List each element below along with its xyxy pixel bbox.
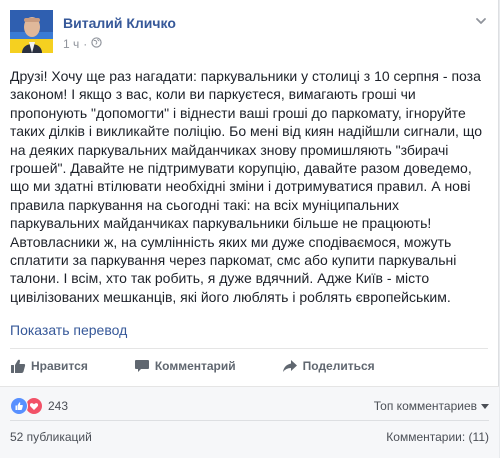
like-button[interactable]: Нравится [10, 358, 88, 374]
reaction-count[interactable]: 243 [48, 399, 68, 413]
meta-separator: · [83, 37, 88, 51]
author-name[interactable]: Виталий Кличко [63, 15, 176, 31]
avatar[interactable] [10, 10, 53, 53]
avatar-image [10, 10, 53, 53]
comment-label: Комментарий [154, 359, 236, 373]
shares-count[interactable]: 52 публикаций [10, 430, 92, 444]
reaction-icons[interactable] [10, 397, 43, 415]
post-card: Виталий Кличко 1 ч · Друзі! Хочу ще раз … [0, 0, 499, 458]
footer-row: 52 публикаций Комментарии: (11) [10, 427, 489, 447]
globe-icon [91, 37, 102, 51]
comment-icon [134, 358, 150, 374]
share-icon [282, 358, 298, 374]
comment-sort-label: Топ комментариев [373, 399, 477, 413]
reactions-row: 243 Топ комментариев [10, 396, 489, 416]
share-label: Поделиться [302, 359, 375, 373]
like-label: Нравится [31, 359, 88, 373]
show-translation-link[interactable]: Показать перевод [10, 322, 127, 338]
share-button[interactable]: Поделиться [282, 358, 375, 374]
like-reaction-icon [10, 397, 28, 415]
comment-sort-dropdown[interactable]: Топ комментариев [374, 399, 489, 413]
post-time[interactable]: 1 ч [63, 37, 79, 51]
reactions-section: 243 Топ комментариев 52 публикаций Комме… [0, 386, 499, 458]
chevron-down-icon[interactable] [474, 14, 488, 28]
action-bar: Нравится Комментарий Поделиться [10, 350, 488, 382]
comment-button[interactable]: Комментарий [134, 358, 236, 374]
post-meta: 1 ч · [63, 37, 102, 51]
divider [10, 420, 489, 421]
thumbs-up-icon [10, 358, 26, 374]
comments-count[interactable]: Комментарии: (11) [386, 430, 489, 444]
caret-down-icon [481, 399, 489, 413]
translate-link-wrap: Показать перевод [10, 322, 127, 338]
divider [10, 348, 488, 349]
post-text: Друзі! Хочу ще раз нагадати: паркувальни… [10, 68, 482, 305]
post-header: Виталий Кличко 1 ч · [10, 10, 488, 54]
